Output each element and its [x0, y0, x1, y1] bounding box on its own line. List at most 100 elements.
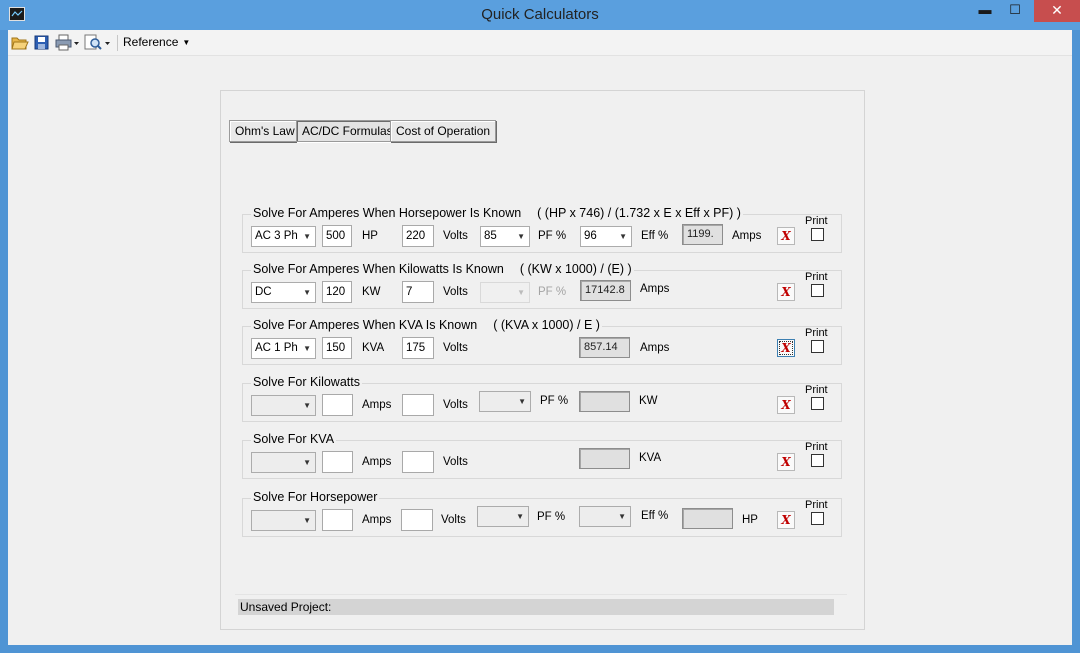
clear-button[interactable]: X: [777, 396, 795, 414]
amps-unit-label: Amps: [732, 230, 762, 242]
client-area: Reference ▼ Ohm's Law AC/DC Formulas Cost…: [8, 30, 1072, 645]
status-bar: Unsaved Project:: [238, 599, 834, 615]
power-factor-select[interactable]: 85 ▼: [480, 226, 530, 247]
print-checkbox[interactable]: [811, 397, 824, 410]
tab-ac-dc-formulas[interactable]: AC/DC Formulas: [296, 120, 399, 142]
chevron-down-icon: ▼: [303, 516, 311, 525]
phase-select[interactable]: DC ▼: [251, 282, 316, 303]
chevron-down-icon: ▼: [516, 512, 524, 521]
phase-value: AC 1 Ph: [255, 342, 298, 354]
volts-label: Volts: [441, 514, 466, 526]
app-window: Quick Calculators ▬ ☐ ✕ Reference ▼ Ohm'…: [0, 0, 1080, 653]
kva-input[interactable]: 150: [322, 337, 352, 359]
volts-input[interactable]: [402, 451, 434, 473]
formula-text: ( (KVA x 1000) / E ): [493, 318, 600, 332]
print-checkbox[interactable]: [811, 340, 824, 353]
power-factor-select: ▼: [480, 282, 530, 303]
group-title: Solve For Kilowatts: [251, 375, 362, 389]
efficiency-label: Eff %: [641, 230, 669, 242]
amps-unit-label: Amps: [362, 456, 392, 468]
phase-select[interactable]: ▼: [251, 510, 316, 531]
maximize-button[interactable]: ☐: [1000, 0, 1030, 22]
formula-text: ( (HP x 746) / (1.732 x E x Eff x PF) ): [537, 206, 741, 220]
print-preview-icon[interactable]: [84, 34, 112, 51]
formula-text: ( (KW x 1000) / (E) ): [519, 262, 632, 276]
horsepower-input[interactable]: 500: [322, 225, 352, 247]
print-label: Print: [805, 499, 828, 511]
print-checkbox[interactable]: [811, 284, 824, 297]
print-label: Print: [805, 441, 828, 453]
amps-unit-label: Amps: [640, 342, 670, 354]
group-title-text: Solve For Amperes When Horsepower Is Kno…: [253, 206, 522, 220]
amps-result: 857.14: [579, 337, 630, 358]
amps-unit-label: Amps: [640, 283, 670, 295]
kva-unit-label: KVA: [362, 342, 385, 354]
print-checkbox[interactable]: [811, 454, 824, 467]
kva-unit-label: KVA: [639, 452, 662, 464]
power-factor-select[interactable]: ▼: [477, 506, 529, 527]
print-checkbox[interactable]: [811, 228, 824, 241]
amps-result: 1199.: [682, 224, 723, 245]
chevron-down-icon: ▼: [182, 38, 191, 47]
group-title: Solve For Horsepower: [251, 490, 380, 504]
clear-button[interactable]: X: [777, 227, 795, 245]
group-kva: Solve For KVA ▼ Amps Volts KVA X Print: [242, 432, 842, 479]
power-factor-select[interactable]: ▼: [479, 391, 531, 412]
amps-input[interactable]: [322, 509, 353, 531]
power-factor-value: 85: [484, 230, 497, 242]
phase-value: DC: [255, 286, 272, 298]
clear-button[interactable]: X: [777, 511, 795, 529]
phase-select[interactable]: ▼: [251, 395, 316, 416]
amps-unit-label: Amps: [362, 514, 392, 526]
hp-unit-label: HP: [362, 230, 378, 242]
close-button[interactable]: ✕: [1034, 0, 1080, 22]
volts-input[interactable]: 175: [402, 337, 434, 359]
kva-result: [579, 448, 630, 469]
amps-unit-label: Amps: [362, 399, 392, 411]
amps-input[interactable]: [322, 451, 353, 473]
print-label: Print: [805, 215, 828, 227]
toolbar-separator: [117, 35, 118, 51]
volts-input[interactable]: [401, 509, 433, 531]
save-icon[interactable]: [33, 34, 51, 51]
chevron-down-icon: ▼: [303, 458, 311, 467]
group-kilowatts: Solve For Kilowatts ▼ Amps Volts ▼ PF % …: [242, 375, 842, 422]
print-checkbox[interactable]: [811, 512, 824, 525]
tab-cost-of-operation[interactable]: Cost of Operation: [390, 120, 497, 142]
phase-select[interactable]: AC 1 Ph ▼: [251, 338, 316, 359]
phase-value: AC 3 Ph: [255, 230, 298, 242]
group-title: Solve For Amperes When Horsepower Is Kno…: [251, 206, 743, 220]
efficiency-value: 96: [584, 230, 597, 242]
title-bar[interactable]: Quick Calculators ▬ ☐ ✕: [0, 0, 1080, 30]
tab-ohms-law[interactable]: Ohm's Law: [229, 120, 301, 142]
volts-input[interactable]: [402, 394, 434, 416]
amps-input[interactable]: [322, 394, 353, 416]
close-icon: ✕: [1051, 2, 1063, 18]
efficiency-select[interactable]: 96 ▼: [580, 226, 632, 247]
minimize-button[interactable]: ▬: [970, 0, 1000, 22]
chevron-down-icon: ▼: [303, 288, 311, 297]
volts-input[interactable]: 7: [402, 281, 434, 303]
kilowatts-input[interactable]: 120: [322, 281, 352, 303]
reference-menu[interactable]: Reference ▼: [123, 35, 190, 49]
volts-input[interactable]: 220: [402, 225, 434, 247]
open-folder-icon[interactable]: [11, 34, 29, 51]
power-factor-label: PF %: [538, 230, 567, 242]
print-label: Print: [805, 327, 828, 339]
chevron-down-icon: ▼: [619, 232, 627, 241]
reference-menu-label: Reference: [123, 35, 179, 49]
power-factor-label: PF %: [540, 395, 569, 407]
phase-select[interactable]: AC 3 Ph ▼: [251, 226, 316, 247]
print-label: Print: [805, 271, 828, 283]
print-icon[interactable]: [55, 34, 81, 51]
efficiency-select[interactable]: ▼: [579, 506, 631, 527]
efficiency-label: Eff %: [641, 510, 669, 522]
clear-button[interactable]: X: [777, 453, 795, 471]
group-title: Solve For Amperes When KVA Is Known ( (KV…: [251, 318, 602, 332]
group-title-text: Solve For Amperes When Kilowatts Is Know…: [253, 262, 504, 276]
hp-result: [682, 508, 733, 529]
phase-select[interactable]: ▼: [251, 452, 316, 473]
print-label: Print: [805, 384, 828, 396]
clear-button[interactable]: X: [777, 283, 795, 301]
clear-button[interactable]: X: [777, 339, 795, 357]
